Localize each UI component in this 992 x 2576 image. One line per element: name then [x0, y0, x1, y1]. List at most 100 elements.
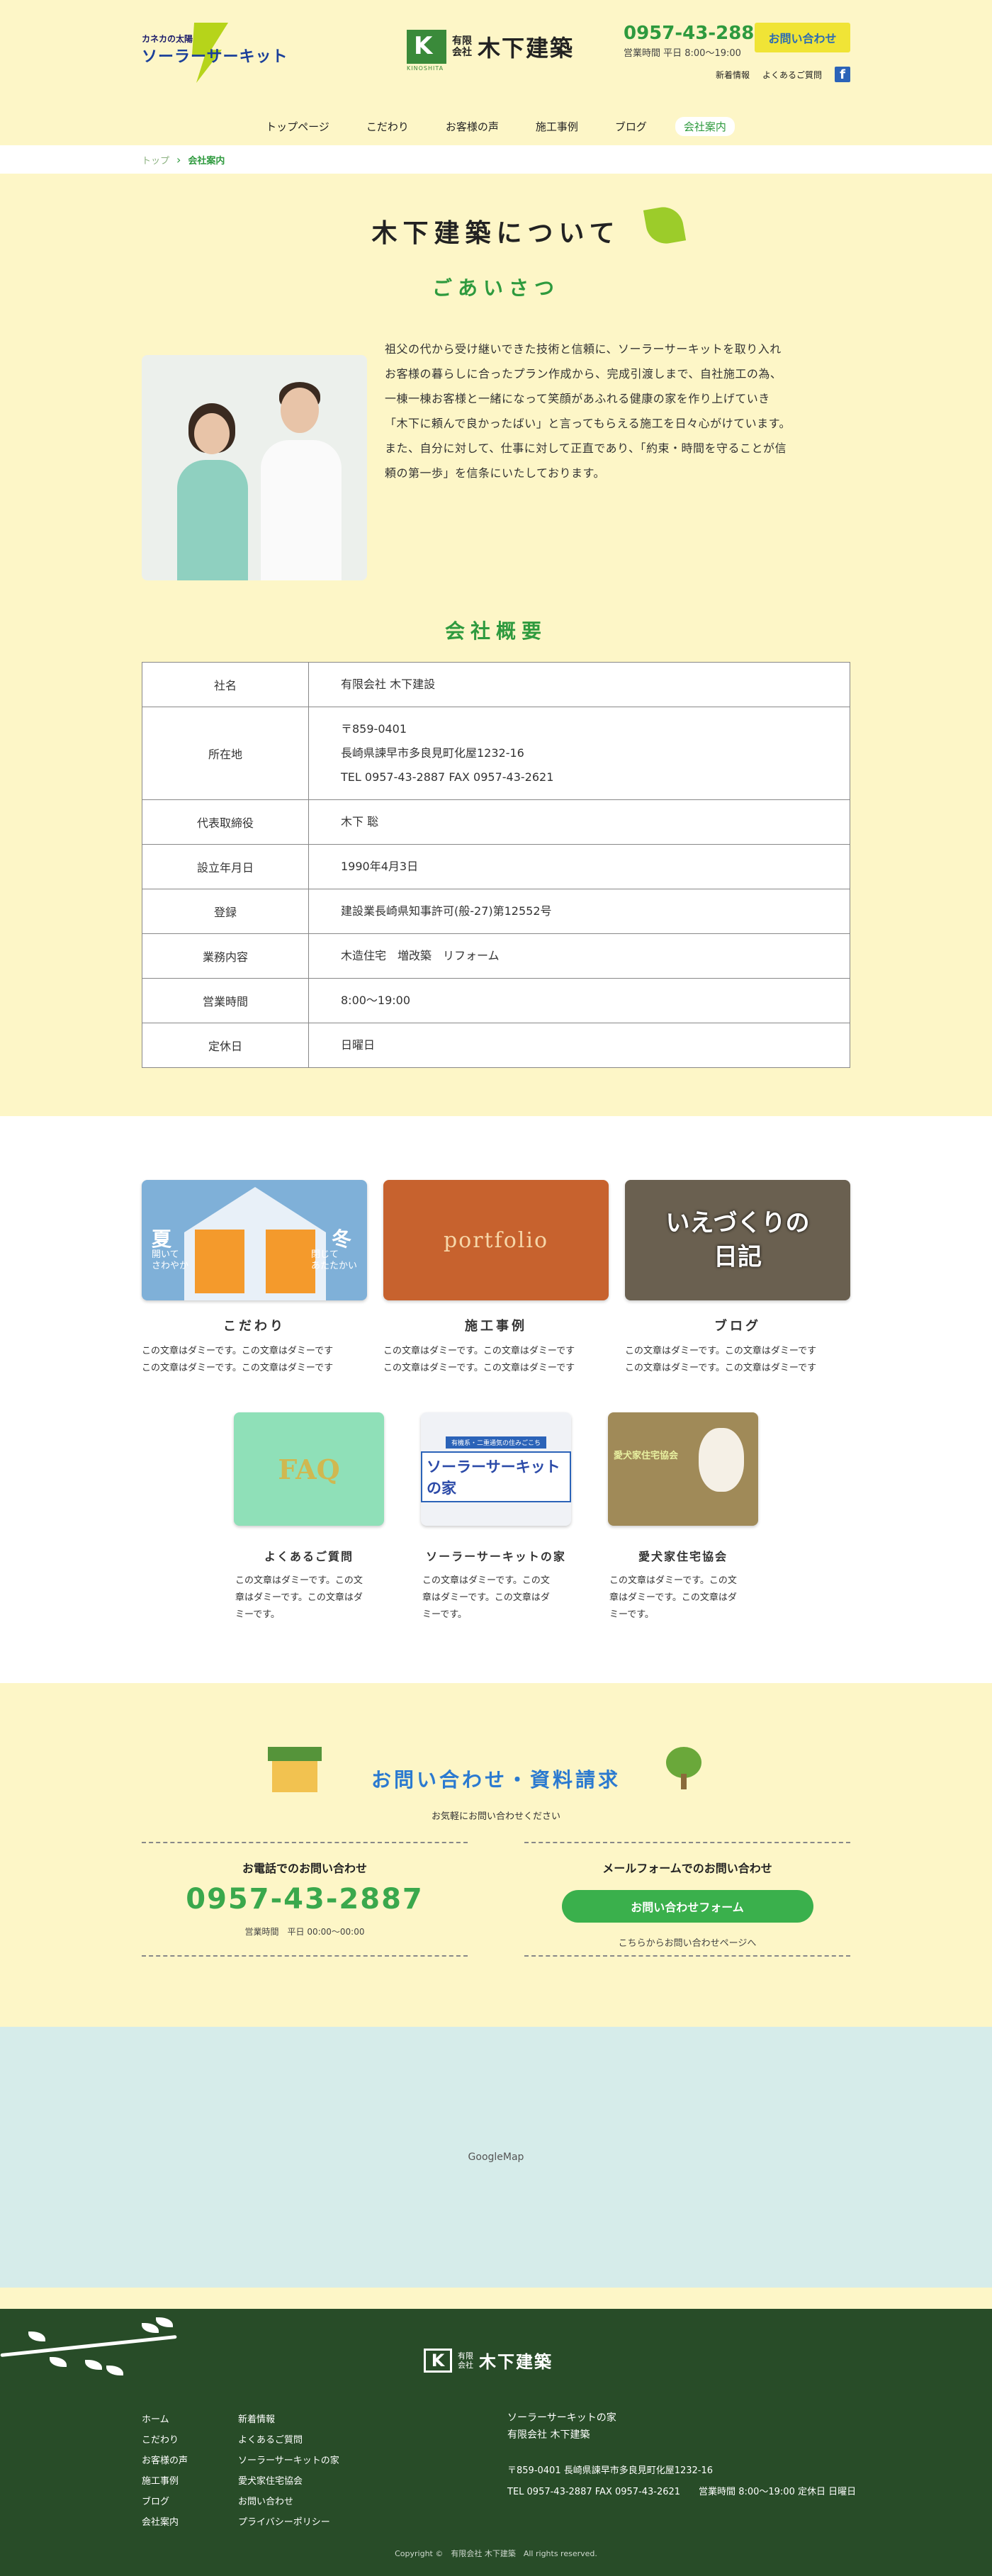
google-map[interactable]: GoogleMap [0, 2027, 992, 2288]
solar-circuit-logo[interactable]: カネカの太陽 ソーラーサーキット [142, 23, 288, 83]
value-line: 日曜日 [341, 1038, 376, 1052]
breadcrumb-bar: トップ › 会社案内 [0, 145, 992, 174]
corp-type-bottom: 会社 [452, 47, 472, 58]
footer-link-kodawari[interactable]: こだわり [142, 2430, 188, 2451]
about-section: 木下建築について ごあいさつ 祖父の代から受け継いできた技術と信頼に、ソーラーサ… [0, 174, 992, 1116]
footer-link-works[interactable]: 施工事例 [142, 2471, 188, 2492]
row-value: 日曜日 [308, 1023, 850, 1068]
card-dog-house[interactable]: 愛犬家住宅協会 愛犬家住宅協会 この文章はダミーです。この文 章はダミーです。こ… [608, 1412, 758, 1624]
card-text: この文章はダミーです。この文章はダミーです この文章はダミーです。この文章はダミ… [142, 1346, 334, 1373]
footer-company-info: ソーラーサーキットの家 有限会社 木下建築 〒859-0401 長崎県諫早市多良… [507, 2409, 856, 2503]
footer-logo[interactable]: K 有限 会社 木下建築 [424, 2348, 553, 2373]
nav-voice[interactable]: お客様の声 [437, 117, 507, 136]
kinoshita-logo[interactable]: KINOSHITA 有限 会社 木下建築 [407, 30, 574, 72]
dog-house-thumb[interactable]: 愛犬家住宅協会 [608, 1412, 758, 1526]
footer-link-solar-house[interactable]: ソーラーサーキットの家 [238, 2451, 339, 2471]
solar-band-main: ソーラーサーキットの家 [421, 1451, 571, 1502]
footer-link-home[interactable]: ホーム [142, 2409, 188, 2430]
greeting-line: 「木下に頼んで良かったばい」と言ってもらえる施工を日々心がけています。 [385, 417, 791, 430]
card-text: この文章はダミーです。この文 章はダミーです。この文章はダ ミーです。 [609, 1575, 737, 1620]
table-row: 所在地 〒859-0401 長崎県諫早市多良見町化屋1232-16 TEL 0957-… [142, 707, 850, 800]
contact-options: お電話でのお問い合わせ 0957-43-2887 営業時間 平日 00:00〜0… [142, 1842, 850, 1957]
corp-type-top: 有限 [458, 2351, 473, 2361]
card-faq[interactable]: FAQ よくあるご質問 この文章はダミーです。この文 章はダミーです。この文章は… [234, 1412, 384, 1624]
blog-thumb[interactable]: いえづくりの 日記 [625, 1180, 850, 1300]
table-row: 業務内容 木造住宅 増改築 リフォーム [142, 933, 850, 979]
greeting-line: 頼の第一歩」を信条にいたしております。 [385, 466, 605, 480]
cards-row: 夏 開いて さわやか 冬 閉じて あたたかい こだわり この文章はダミーです。こ… [142, 1180, 850, 1377]
value-line: 1990年4月3日 [341, 860, 419, 873]
footer-link-dog-house[interactable]: 愛犬家住宅協会 [238, 2471, 339, 2492]
card-title[interactable]: 施工事例 [383, 1316, 609, 1334]
card-title[interactable]: よくあるご質問 [234, 1547, 384, 1564]
nav-kodawari[interactable]: こだわり [358, 117, 417, 136]
row-label: 登録 [142, 889, 309, 934]
row-label: 代表取締役 [142, 799, 309, 845]
winter-sub: 閉じて あたたかい [310, 1249, 357, 1271]
row-label: 定休日 [142, 1023, 309, 1068]
winter-panel [266, 1230, 315, 1293]
greeting-block: 祖父の代から受け継いできた技術と信頼に、ソーラーサーキットを取り入れ お客様の暮… [142, 337, 850, 580]
card-kodawari[interactable]: 夏 開いて さわやか 冬 閉じて あたたかい こだわり この文章はダミーです。こ… [142, 1180, 367, 1377]
portfolio-thumb[interactable]: portfolio [383, 1180, 609, 1300]
value-line: 木造住宅 増改築 リフォーム [341, 949, 500, 962]
table-row: 設立年月日 1990年4月3日 [142, 844, 850, 889]
k-logo-sub: KINOSHITA [407, 65, 444, 72]
nav-works[interactable]: 施工事例 [527, 117, 587, 136]
solar-band-top: 有機系・二重通気の住みごこち [445, 1436, 546, 1449]
footer-company-name: 木下建築 [479, 2352, 553, 2372]
table-row: 登録 建設業長崎県知事許可(般-27)第12552号 [142, 889, 850, 934]
card-title[interactable]: 愛犬家住宅協会 [608, 1547, 758, 1564]
row-label: 設立年月日 [142, 844, 309, 889]
corp-type-top: 有限 [452, 35, 472, 47]
contact-form-button[interactable]: お問い合わせフォーム [561, 1890, 813, 1923]
footer-link-faq[interactable]: よくあるご質問 [238, 2430, 339, 2451]
footer-nav-secondary: 新着情報 よくあるご質問 ソーラーサーキットの家 愛犬家住宅協会 お問い合わせ … [238, 2409, 339, 2533]
card-blog[interactable]: いえづくりの 日記 ブログ この文章はダミーです。この文章はダミーです この文章… [625, 1180, 850, 1377]
contact-subtitle: お気軽にお問い合わせください [431, 1811, 560, 1822]
card-title[interactable]: ブログ [625, 1316, 850, 1334]
header-contact-button[interactable]: お問い合わせ [755, 23, 850, 52]
header-links: 新着情報 よくあるご質問 f [716, 67, 850, 82]
dog-association-sign: 愛犬家住宅協会 [614, 1451, 679, 1461]
form-note[interactable]: こちらからお問い合わせページへ [524, 1935, 850, 1949]
card-title[interactable]: ソーラーサーキットの家 [421, 1547, 571, 1564]
map-label: GoogleMap [468, 2152, 524, 2163]
footer-link-voice[interactable]: お客様の声 [142, 2451, 188, 2471]
header-link-news[interactable]: 新着情報 [716, 69, 750, 81]
header-phone[interactable]: 0957-43-2887 [624, 23, 767, 44]
nav-company[interactable]: 会社案内 [675, 117, 735, 136]
form-contact-box: メールフォームでのお問い合わせ お問い合わせフォーム こちらからお問い合わせペー… [524, 1842, 850, 1957]
form-heading: メールフォームでのお問い合わせ [602, 1862, 772, 1875]
row-value: 建設業長崎県知事許可(般-27)第12552号 [308, 889, 850, 934]
footer-link-news[interactable]: 新着情報 [238, 2409, 339, 2430]
site-header: カネカの太陽 ソーラーサーキット KINOSHITA 有限 会社 木下建築 09… [0, 0, 992, 145]
company-overview-table: 社名 有限会社 木下建設 所在地 〒859-0401 長崎県諫早市多良見町化屋1232… [142, 662, 850, 1068]
facebook-icon[interactable]: f [835, 67, 850, 82]
footer-link-company[interactable]: 会社案内 [142, 2512, 188, 2533]
row-label: 業務内容 [142, 933, 309, 979]
value-line: 木下 聡 [341, 815, 379, 828]
header-link-faq[interactable]: よくあるご質問 [762, 69, 822, 81]
card-solar-house[interactable]: 有機系・二重通気の住みごこち ソーラーサーキットの家 ソーラーサーキットの家 こ… [421, 1412, 571, 1624]
row-label: 所在地 [142, 707, 309, 800]
nav-blog[interactable]: ブログ [607, 117, 655, 136]
breadcrumb-home[interactable]: トップ [142, 153, 169, 167]
dog-icon [699, 1428, 744, 1492]
card-text: この文章はダミーです。この文章はダミーです この文章はダミーです。この文章はダミ… [383, 1346, 575, 1373]
kodawari-thumb[interactable]: 夏 開いて さわやか 冬 閉じて あたたかい [142, 1180, 367, 1300]
card-text: この文章はダミーです。この文 章はダミーです。この文章はダ ミーです。 [235, 1575, 363, 1620]
card-works[interactable]: portfolio 施工事例 この文章はダミーです。この文章はダミーです この文… [383, 1180, 609, 1377]
footer-link-contact[interactable]: お問い合わせ [238, 2492, 339, 2512]
nav-top[interactable]: トップページ [257, 117, 338, 136]
value-line: 8:00〜19:00 [341, 994, 411, 1007]
contact-phone[interactable]: 0957-43-2887 [142, 1883, 468, 1916]
row-value: 8:00〜19:00 [308, 978, 850, 1023]
card-title[interactable]: こだわり [142, 1316, 367, 1334]
footer-link-blog[interactable]: ブログ [142, 2492, 188, 2512]
solar-house-thumb[interactable]: 有機系・二重通気の住みごこち ソーラーサーキットの家 [421, 1412, 571, 1526]
faq-thumb[interactable]: FAQ [234, 1412, 384, 1526]
table-row: 営業時間 8:00〜19:00 [142, 978, 850, 1023]
chevron-right-icon: › [176, 152, 181, 167]
footer-link-privacy[interactable]: プライバシーポリシー [238, 2512, 339, 2533]
